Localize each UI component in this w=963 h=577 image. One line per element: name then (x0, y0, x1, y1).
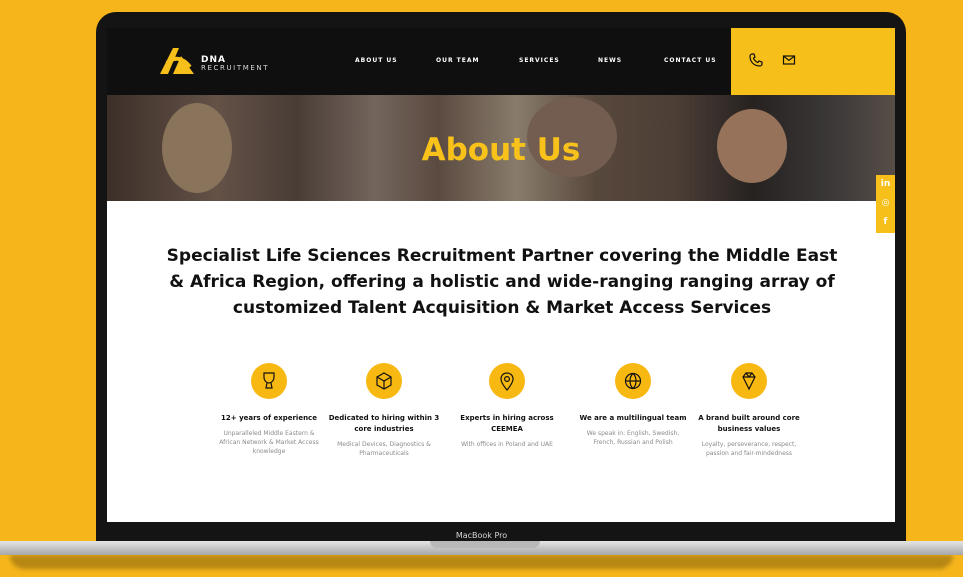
company-headline: Specialist Life Sciences Recruitment Par… (166, 246, 838, 318)
mail-icon[interactable] (782, 53, 796, 67)
feature-title: Dedicated to hiring within 3 core indust… (328, 414, 440, 433)
brand-subtitle: RECRUITMENT (201, 64, 270, 72)
feature-title: 12+ years of experience (221, 414, 317, 422)
feature-multilingual: We are a multilingual team We speak in: … (577, 363, 689, 447)
network-icon (366, 363, 402, 399)
dna-logo-icon (160, 48, 194, 74)
feature-description: Medical Devices, Diagnostics & Pharmaceu… (337, 441, 431, 457)
globe-icon (615, 363, 651, 399)
device-model-label: MacBook Pro (455, 531, 508, 540)
diamond-icon (731, 363, 767, 399)
nav-news[interactable]: NEWS (598, 57, 622, 64)
trophy-icon (251, 363, 287, 399)
feature-description: We speak in: English, Swedish, French, R… (586, 430, 680, 446)
location-pin-icon (489, 363, 525, 399)
feature-title: Experts in hiring across CEEMEA (460, 414, 554, 433)
top-navigation: DNA RECRUITMENT ABOUT US OUR TEAM SERVIC… (107, 28, 895, 95)
contact-action-panel (731, 28, 895, 95)
brand-logo[interactable]: DNA RECRUITMENT (159, 45, 269, 79)
feature-experience: 12+ years of experience Unparalleled Mid… (213, 363, 325, 456)
phone-icon[interactable] (749, 53, 763, 67)
feature-ceemea: Experts in hiring across CEEMEA With off… (451, 363, 563, 449)
nav-our-team[interactable]: OUR TEAM (436, 57, 480, 64)
nav-about-us[interactable]: ABOUT US (355, 57, 398, 64)
social-sidebar: in ◎ f (876, 175, 895, 233)
feature-description: Unparalleled Middle Eastern & African Ne… (219, 430, 319, 455)
browser-screen: DNA RECRUITMENT ABOUT US OUR TEAM SERVIC… (107, 28, 895, 522)
feature-description: With offices in Poland and UAE (461, 441, 553, 448)
laptop-notch (430, 541, 540, 548)
laptop-shadow (10, 555, 953, 569)
instagram-icon[interactable]: ◎ (876, 194, 895, 213)
feature-core-industries: Dedicated to hiring within 3 core indust… (328, 363, 440, 458)
linkedin-icon[interactable]: in (876, 175, 895, 194)
feature-title: A brand built around core business value… (698, 414, 800, 433)
feature-title: We are a multilingual team (579, 414, 687, 422)
facebook-icon[interactable]: f (876, 213, 895, 232)
page-title: About Us (421, 132, 581, 168)
feature-business-values: A brand built around core business value… (693, 363, 805, 458)
nav-contact-us[interactable]: CONTACT US (664, 57, 717, 64)
nav-services[interactable]: SERVICES (519, 57, 560, 64)
hero-banner: About Us (107, 95, 895, 201)
feature-description: Loyalty, perseverance, respect, passion … (701, 441, 797, 457)
